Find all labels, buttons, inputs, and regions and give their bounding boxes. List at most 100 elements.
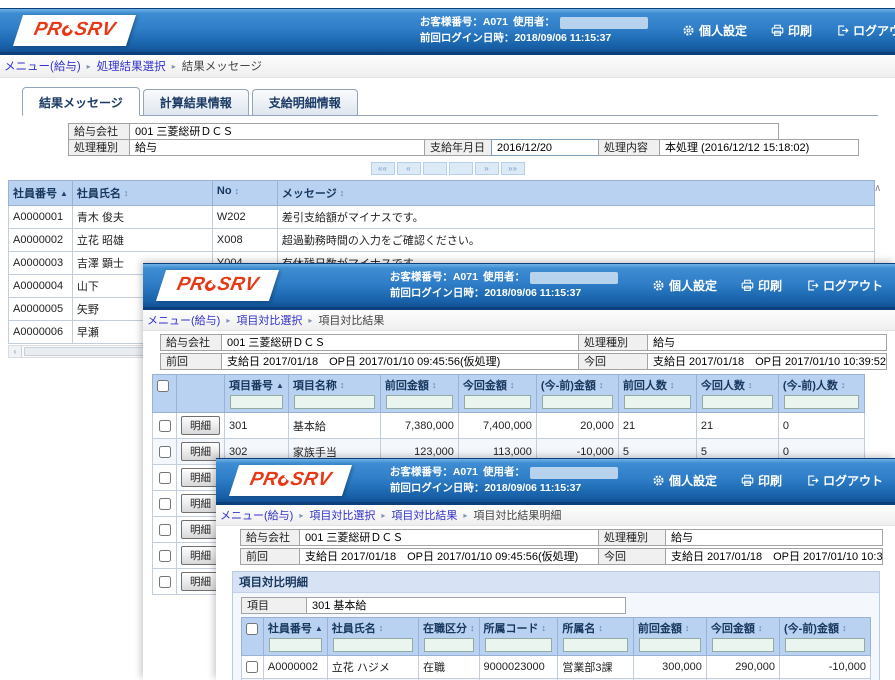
breadcrumb-item-compare-select-link[interactable]: 項目対比選択 (309, 507, 375, 523)
breadcrumb: メニュー(給与) ▸ 項目対比選択 ▸ 項目対比結果 ▸ 項目対比結果明細 (216, 505, 895, 526)
detail-button[interactable]: 明細 (181, 494, 220, 513)
row-checkbox[interactable] (159, 550, 171, 562)
filter-input-prev-count[interactable] (624, 395, 691, 409)
row-checkbox[interactable] (159, 498, 171, 510)
payroll-company-label: 給与会社 (160, 334, 222, 351)
personal-settings-button[interactable]: 個人設定 (652, 472, 717, 489)
breadcrumb-menu-link[interactable]: メニュー(給与) (220, 507, 293, 523)
column-header-dept-name[interactable]: 所属名↕ (558, 618, 633, 656)
tab-payment-detail-info[interactable]: 支給明細情報 (252, 89, 358, 115)
personal-settings-button[interactable]: 個人設定 (652, 277, 717, 294)
column-header-curr-count[interactable]: 今回人数↕ (696, 375, 778, 413)
sort-asc-icon: ▲ (60, 189, 68, 198)
row-checkbox[interactable] (159, 420, 171, 432)
scroll-up-arrow-icon[interactable]: ∧ (874, 183, 881, 194)
column-header-prev-amount[interactable]: 前回金額↕ (633, 618, 706, 656)
detail-button[interactable]: 明細 (181, 416, 220, 435)
filter-input-diff-amount[interactable] (542, 395, 613, 409)
column-header-diff-amount[interactable]: (今-前)金額↕ (779, 618, 870, 656)
logout-button[interactable]: ログアウト (806, 277, 883, 294)
row-checkbox[interactable] (159, 524, 171, 536)
filter-input-item-name[interactable] (294, 395, 375, 409)
filter-input-diff-amount[interactable] (785, 638, 865, 652)
account-info: お客様番号：A071使用者： 前回ログイン日時：2018/09/06 11:15… (390, 465, 618, 497)
column-header-diff-count[interactable]: (今-前)人数↕ (778, 375, 864, 413)
breadcrumb-item-compare-result-link[interactable]: 項目対比結果 (391, 507, 457, 523)
pager-first-button[interactable]: «« (371, 162, 395, 175)
filter-input-employee-name[interactable] (333, 638, 413, 652)
previous-value: 支給日 2017/01/18 OP日 2017/01/10 09:45:56(仮… (221, 353, 579, 370)
filter-input-dept-code[interactable] (485, 638, 553, 652)
detail-button[interactable]: 明細 (181, 572, 220, 591)
column-header-employee-name[interactable]: 社員氏名↕ (72, 181, 212, 206)
breadcrumb-process-result-link[interactable]: 処理結果選択 (97, 58, 166, 74)
printer-icon (741, 474, 754, 487)
column-header-no[interactable]: No↕ (212, 181, 277, 206)
breadcrumb-menu-link[interactable]: メニュー(給与) (4, 58, 81, 74)
print-button[interactable]: 印刷 (771, 22, 812, 39)
detail-button[interactable]: 明細 (181, 546, 220, 565)
user-label: 使用者： (483, 465, 525, 481)
filter-input-curr-count[interactable] (702, 395, 773, 409)
sort-icon: ↕ (340, 380, 345, 390)
item-label: 項目 (241, 597, 307, 614)
column-header-message[interactable]: メッセージ↕ (277, 181, 874, 206)
chevron-right-icon: ▸ (172, 62, 176, 71)
column-header-curr-amount[interactable]: 今回金額↕ (706, 618, 779, 656)
filter-input-diff-count[interactable] (784, 395, 859, 409)
filter-input-employment-status[interactable] (424, 638, 474, 652)
prosrv-logo: PRSRV (229, 465, 352, 496)
select-all-checkbox[interactable] (246, 623, 258, 635)
account-info: お客様番号：A071使用者： 前回ログイン日時：2018/09/06 11:15… (390, 270, 618, 302)
filter-input-curr-amount[interactable] (712, 638, 774, 652)
column-header-diff-amount[interactable]: (今-前)金額↕ (536, 375, 618, 413)
select-all-checkbox[interactable] (157, 380, 169, 392)
pager-next-button[interactable]: » (475, 162, 499, 175)
row-checkbox[interactable] (246, 661, 258, 673)
column-header-item-no[interactable]: 項目番号▲ (225, 375, 289, 413)
column-header-employee-name[interactable]: 社員氏名↕ (327, 618, 418, 656)
filter-input-dept-name[interactable] (563, 638, 627, 652)
row-checkbox[interactable] (159, 576, 171, 588)
pager-page-box[interactable] (423, 162, 447, 175)
print-button[interactable]: 印刷 (741, 277, 782, 294)
column-header-item-name[interactable]: 項目名称↕ (288, 375, 380, 413)
column-header-curr-amount[interactable]: 今回金額↕ (458, 375, 536, 413)
column-header-dept-code[interactable]: 所属コード↕ (479, 618, 558, 656)
filter-input-employee-no[interactable] (269, 638, 322, 652)
pager-prev-button[interactable]: « (397, 162, 421, 175)
column-header-employee-no[interactable]: 社員番号▲ (263, 618, 327, 656)
tab-calc-result-info[interactable]: 計算結果情報 (143, 89, 249, 115)
logout-button[interactable]: ログアウト (806, 472, 883, 489)
column-header-employment-status[interactable]: 在職区分↕ (419, 618, 480, 656)
column-header-prev-amount[interactable]: 前回金額↕ (380, 375, 458, 413)
detail-button[interactable]: 明細 (181, 520, 220, 539)
payroll-company-value: 001 三菱総研ＤＣＳ (129, 123, 779, 140)
item-compare-detail-table: 社員番号▲ 社員氏名↕ 在職区分↕ 所属コード↕ 所属名↕ 前回金額↕ 今回金額… (241, 617, 871, 680)
gear-icon (682, 24, 695, 37)
pager-last-button[interactable]: »» (501, 162, 525, 175)
process-content-value: 本処理 (2016/12/12 15:18:02) (659, 139, 859, 156)
scroll-left-button[interactable]: ‹ (9, 346, 22, 357)
filter-input-prev-amount[interactable] (639, 638, 701, 652)
row-checkbox[interactable] (159, 472, 171, 484)
detail-button[interactable]: 明細 (181, 468, 220, 487)
logout-button[interactable]: ログアウト (836, 22, 895, 39)
sort-icon: ↕ (598, 623, 603, 633)
tab-result-message[interactable]: 結果メッセージ (22, 87, 140, 116)
print-button[interactable]: 印刷 (741, 472, 782, 489)
select-all-header (153, 375, 177, 413)
filter-input-curr-amount[interactable] (464, 395, 531, 409)
payroll-company-label: 給与会社 (240, 529, 300, 546)
column-header-employee-no[interactable]: 社員番号▲ (9, 181, 73, 206)
pager-page-box[interactable] (449, 162, 473, 175)
breadcrumb-menu-link[interactable]: メニュー(給与) (147, 312, 220, 328)
filter-input-item-no[interactable] (230, 395, 283, 409)
detail-button[interactable]: 明細 (181, 442, 220, 461)
filter-input-prev-amount[interactable] (386, 395, 453, 409)
row-checkbox[interactable] (159, 446, 171, 458)
column-header-prev-count[interactable]: 前回人数↕ (618, 375, 696, 413)
personal-settings-button[interactable]: 個人設定 (682, 22, 747, 39)
breadcrumb-item-compare-select-link[interactable]: 項目対比選択 (236, 312, 302, 328)
app-header-bar: PRSRV お客様番号：A071使用者： 前回ログイン日時：2018/09/06… (0, 8, 895, 55)
